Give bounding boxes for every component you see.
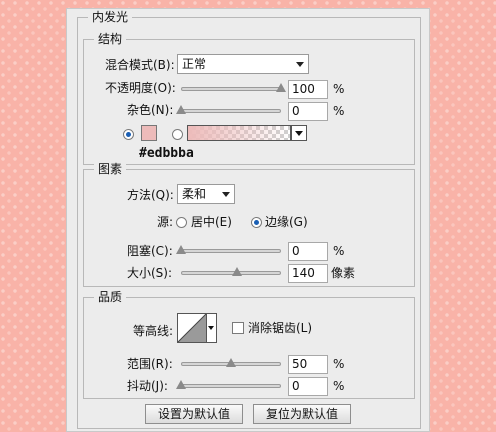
size-slider-thumb[interactable] bbox=[232, 267, 242, 276]
technique-select[interactable]: 柔和 bbox=[177, 184, 235, 204]
choke-slider-thumb[interactable] bbox=[176, 245, 186, 254]
opacity-slider-thumb[interactable] bbox=[276, 83, 286, 92]
gradient-dropdown-button[interactable] bbox=[291, 125, 307, 141]
choke-unit: % bbox=[333, 244, 345, 258]
technique-label: 方法(Q): bbox=[127, 188, 174, 202]
choke-input[interactable]: 0 bbox=[288, 242, 328, 261]
opacity-unit: % bbox=[333, 82, 345, 96]
size-label: 大小(S): bbox=[127, 266, 173, 280]
noise-slider-thumb[interactable] bbox=[176, 105, 186, 114]
chevron-down-icon bbox=[295, 131, 303, 136]
color-code-annotation: #edbbba bbox=[139, 146, 194, 161]
color-swatch[interactable] bbox=[141, 125, 157, 141]
opacity-slider[interactable] bbox=[181, 87, 281, 91]
chevron-down-icon bbox=[222, 192, 230, 197]
choke-label: 阻塞(C): bbox=[127, 244, 173, 258]
choke-slider[interactable] bbox=[181, 249, 281, 253]
structure-title: 结构 bbox=[94, 31, 127, 47]
jitter-input[interactable]: 0 bbox=[288, 377, 328, 396]
blend-mode-label: 混合模式(B): bbox=[105, 58, 175, 72]
antialias-label[interactable]: 消除锯齿(L) bbox=[248, 320, 312, 336]
blend-mode-select[interactable]: 正常 bbox=[177, 54, 309, 74]
noise-input[interactable]: 0 bbox=[288, 102, 328, 121]
jitter-slider[interactable] bbox=[181, 384, 281, 388]
noise-slider[interactable] bbox=[181, 109, 281, 113]
quality-title: 品质 bbox=[94, 289, 127, 305]
chevron-down-icon bbox=[208, 326, 214, 330]
gradient-picker[interactable] bbox=[187, 125, 291, 141]
source-edge-radio[interactable] bbox=[251, 217, 262, 228]
noise-label: 杂色(N): bbox=[127, 103, 174, 117]
technique-value: 柔和 bbox=[182, 187, 207, 201]
contour-dropdown-button[interactable] bbox=[207, 313, 217, 343]
set-default-button[interactable]: 设置为默认值 bbox=[145, 404, 243, 424]
source-label: 源: bbox=[157, 215, 174, 229]
elements-title: 图素 bbox=[94, 161, 127, 177]
source-edge-label[interactable]: 边缘(G) bbox=[265, 214, 308, 230]
size-input[interactable]: 140 bbox=[288, 264, 328, 283]
range-input[interactable]: 50 bbox=[288, 355, 328, 374]
gradient-radio[interactable] bbox=[172, 129, 183, 140]
noise-unit: % bbox=[333, 104, 345, 118]
size-slider[interactable] bbox=[181, 271, 281, 275]
jitter-label: 抖动(J): bbox=[127, 379, 168, 393]
chevron-down-icon bbox=[296, 62, 304, 67]
reset-default-button[interactable]: 复位为默认值 bbox=[253, 404, 351, 424]
contour-label: 等高线: bbox=[133, 324, 174, 338]
range-label: 范围(R): bbox=[127, 357, 173, 371]
antialias-checkbox[interactable] bbox=[232, 322, 244, 334]
blend-mode-value: 正常 bbox=[182, 57, 207, 71]
opacity-label: 不透明度(O): bbox=[105, 81, 176, 95]
source-center-label[interactable]: 居中(E) bbox=[191, 214, 232, 230]
solid-color-radio[interactable] bbox=[123, 129, 134, 140]
source-center-radio[interactable] bbox=[176, 217, 187, 228]
inner-glow-title: 内发光 bbox=[88, 9, 133, 25]
size-unit: 像素 bbox=[331, 266, 356, 280]
contour-linear-icon bbox=[178, 314, 206, 342]
jitter-slider-thumb[interactable] bbox=[176, 380, 186, 389]
inner-glow-panel: 内发光 结构 混合模式(B): 正常 不透明度(O): 100 % 杂色(N):… bbox=[66, 8, 430, 432]
opacity-input[interactable]: 100 bbox=[288, 80, 328, 99]
jitter-unit: % bbox=[333, 379, 345, 393]
range-unit: % bbox=[333, 357, 345, 371]
range-slider-thumb[interactable] bbox=[226, 358, 236, 367]
contour-picker[interactable] bbox=[177, 313, 207, 343]
